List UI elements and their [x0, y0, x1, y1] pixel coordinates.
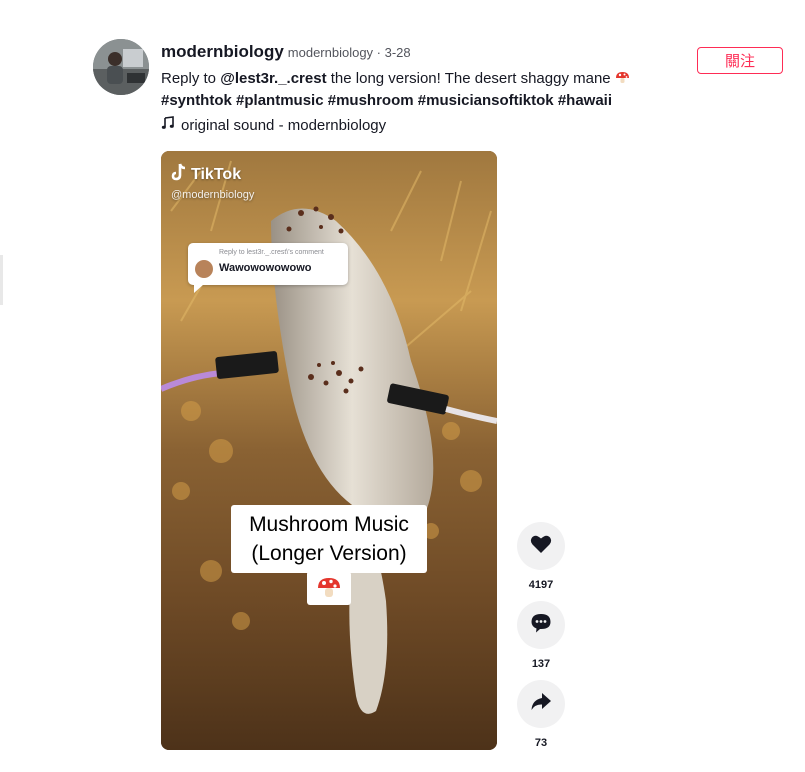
reply-header: Reply to lest3r._.crest\'s comment [219, 249, 324, 256]
comment-icon [530, 612, 552, 639]
author-meta: modernbiology · 3-28 [287, 45, 411, 60]
mushroom-emoji-icon [615, 70, 630, 87]
author-name[interactable]: modernbiology [161, 42, 284, 62]
like-action: 4197 [516, 522, 566, 591]
watermark-handle: @modernbiology [171, 189, 255, 201]
page-edge-divider [0, 255, 3, 305]
music-label: original sound - modernbiology [181, 116, 387, 134]
video-title-overlay: Mushroom Music (Longer Version) [231, 505, 427, 573]
caption-prefix: Reply to [161, 70, 221, 87]
post-header: modernbiology modernbiology · 3-28 Reply… [161, 42, 681, 134]
overlay-line-2: (Longer Version) [251, 542, 407, 565]
caption: Reply to @lest3r._.crest the long versio… [161, 68, 681, 112]
overlay-line-1: Mushroom Music [249, 513, 409, 536]
watermark-brand: TikTok [191, 165, 242, 183]
mushroom-emoji-icon [307, 571, 351, 605]
hashtag-plantmusic[interactable]: #plantmusic [236, 92, 324, 109]
heart-icon [530, 534, 552, 559]
follow-button[interactable]: 關注 [697, 47, 783, 74]
hashtag-musiciansoftiktok[interactable]: #musiciansoftiktok [418, 92, 554, 109]
tiktok-watermark: TikTok @modernbiology [171, 163, 254, 201]
comment-button[interactable] [517, 601, 565, 649]
avatar-image [93, 39, 149, 95]
comment-count: 137 [531, 658, 551, 670]
video-player[interactable]: TikTok @modernbiology Reply to lest3r._.… [161, 151, 497, 750]
caption-mention[interactable]: @lest3r._.crest [220, 70, 326, 87]
share-icon [530, 692, 552, 717]
hashtag-hawaii[interactable]: #hawaii [558, 92, 612, 109]
author-line: modernbiology modernbiology · 3-28 [161, 42, 681, 66]
hashtag-mushroom[interactable]: #mushroom [328, 92, 414, 109]
music-link[interactable]: original sound - modernbiology [161, 116, 681, 134]
caption-text: the long version! The desert shaggy mane [326, 70, 611, 87]
music-note-icon [161, 116, 175, 134]
like-count: 4197 [528, 579, 554, 591]
author-avatar[interactable] [93, 39, 149, 95]
reply-comment-sticker: Reply to lest3r._.crest\'s comment Wawow… [188, 243, 348, 293]
reply-avatar [195, 260, 213, 278]
video-frame [161, 151, 497, 750]
like-button[interactable] [517, 522, 565, 570]
share-button[interactable] [517, 680, 565, 728]
tiktok-logo-icon [171, 163, 187, 186]
comment-action: 137 [516, 601, 566, 670]
share-action: 73 [516, 680, 566, 749]
reply-text: Wawowowowowo [219, 262, 312, 274]
share-count: 73 [534, 737, 548, 749]
hashtag-synthtok[interactable]: #synthtok [161, 92, 232, 109]
